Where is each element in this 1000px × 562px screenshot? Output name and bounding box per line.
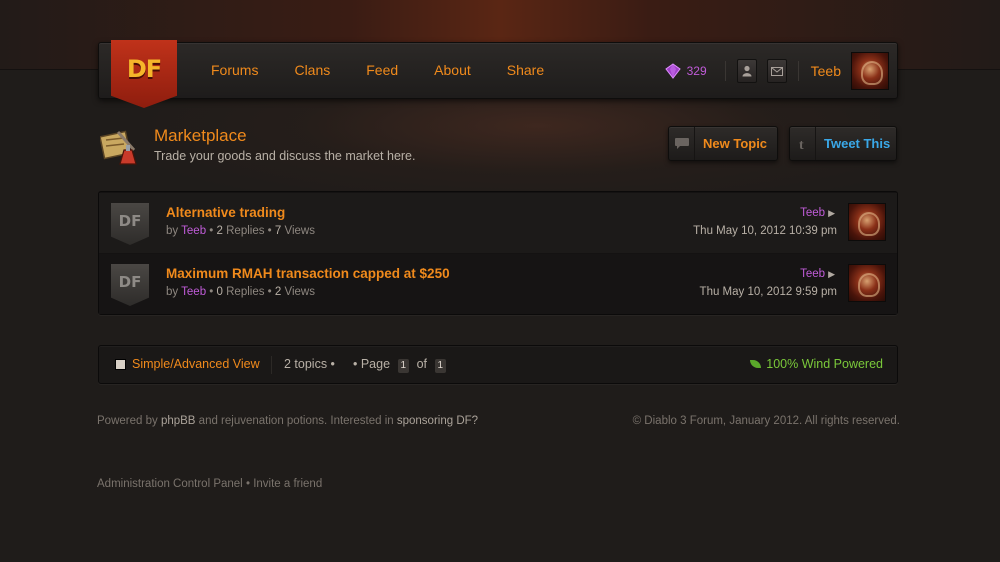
current-page-number[interactable]: 1: [397, 359, 410, 373]
topic-by-label: by: [166, 286, 179, 298]
simple-advanced-view-link[interactable]: Simple/Advanced View: [132, 357, 260, 371]
twitter-icon: t: [790, 127, 816, 160]
last-poster: Teeb ▶: [800, 268, 835, 280]
username-link[interactable]: Teeb: [811, 63, 841, 79]
nav-link-about[interactable]: About: [434, 62, 471, 78]
topic-row: DF Maximum RMAH transaction capped at $2…: [99, 254, 897, 314]
phpbb-link[interactable]: phpBB: [161, 415, 196, 427]
forum-description: Trade your goods and discuss the market …: [154, 149, 416, 163]
topic-status-icon: DF: [111, 203, 149, 245]
logo-text: DF: [126, 55, 162, 83]
topic-meta: by Teeb • 0 Replies • 2 Views: [166, 286, 315, 298]
user-avatar[interactable]: [851, 52, 889, 90]
topic-title-link[interactable]: Maximum RMAH transaction capped at $250: [166, 266, 450, 281]
user-icon: [742, 65, 752, 77]
topic-replies-label: Replies: [226, 225, 265, 237]
view-toggle-icon: [115, 359, 126, 370]
admin-control-panel-link[interactable]: Administration Control Panel: [97, 478, 243, 490]
topic-meta: by Teeb • 2 Replies • 7 Views: [166, 225, 315, 237]
mail-icon: [770, 66, 783, 76]
footer-links: Administration Control Panel • Invite a …: [97, 478, 322, 490]
topic-replies-count: 2: [216, 225, 223, 237]
page-of-label: of: [416, 357, 428, 371]
topic-by-label: by: [166, 225, 179, 237]
nav-divider: [724, 61, 726, 81]
topic-badge-text: DF: [118, 273, 142, 291]
footer-bullet: •: [245, 478, 250, 490]
topic-badge-text: DF: [118, 212, 142, 230]
marketplace-scales-icon: [100, 130, 137, 165]
topic-replies-count: 0: [216, 286, 223, 298]
last-post-date: Thu May 10, 2012 9:59 pm: [699, 286, 837, 298]
gem-count[interactable]: 329: [687, 64, 707, 78]
invite-friend-link[interactable]: Invite a friend: [253, 478, 322, 490]
last-poster-link[interactable]: Teeb: [800, 207, 825, 219]
nav-link-clans[interactable]: Clans: [294, 62, 330, 78]
pagination-bar: Simple/Advanced View 2 topics • • Page 1…: [98, 345, 898, 384]
topic-views-label: Views: [284, 286, 315, 298]
topic-views-count: 7: [274, 225, 282, 237]
last-poster-link[interactable]: Teeb: [800, 268, 825, 280]
nav-divider: [797, 61, 799, 81]
last-poster: Teeb ▶: [800, 207, 835, 219]
messages-button[interactable]: [766, 59, 787, 83]
sponsor-link[interactable]: sponsoring DF?: [397, 415, 478, 427]
speech-bubble-icon: [669, 127, 695, 160]
leaf-icon: [750, 360, 762, 368]
tweet-this-label: Tweet This: [824, 136, 891, 151]
forum-title[interactable]: Marketplace: [154, 126, 247, 146]
nav-link-forums[interactable]: Forums: [211, 62, 258, 78]
last-poster-avatar[interactable]: [848, 264, 886, 302]
svg-text:t: t: [799, 138, 804, 151]
new-topic-label: New Topic: [703, 136, 768, 151]
nav-link-share[interactable]: Share: [507, 62, 544, 78]
topic-author-link[interactable]: Teeb: [181, 225, 206, 237]
footer-credits: Powered by phpBB and rejuvenation potion…: [97, 415, 478, 427]
main-navbar: DF Forums Clans Feed About Share 329 Tee…: [98, 40, 898, 108]
page-indicator: • Page 1 of 1: [353, 357, 450, 373]
topic-views-label: Views: [284, 225, 315, 237]
footer-copyright: © Diablo 3 Forum, January 2012. All righ…: [632, 415, 900, 427]
topic-row: DF Alternative trading by Teeb • 2 Repli…: [99, 193, 897, 253]
topic-count: 2 topics •: [284, 357, 335, 371]
last-post-date: Thu May 10, 2012 10:39 pm: [693, 225, 837, 237]
wind-powered-label: 100% Wind Powered: [766, 357, 883, 371]
goto-last-post-icon[interactable]: ▶: [828, 269, 835, 279]
goto-last-post-icon[interactable]: ▶: [828, 208, 835, 218]
user-area: 329 Teeb: [664, 52, 889, 90]
site-logo[interactable]: DF: [111, 40, 177, 108]
topic-list: DF Alternative trading by Teeb • 2 Repli…: [98, 191, 898, 315]
gem-icon: [664, 63, 681, 79]
topic-replies-label: Replies: [226, 286, 265, 298]
last-poster-avatar[interactable]: [848, 203, 886, 241]
footer-powered-middle: and rejuvenation potions. Interested in: [198, 415, 394, 427]
footer-powered-prefix: Powered by: [97, 415, 158, 427]
topic-status-icon: DF: [111, 264, 149, 306]
tweet-this-button[interactable]: t Tweet This: [789, 126, 897, 161]
topic-author-link[interactable]: Teeb: [181, 286, 206, 298]
profile-button[interactable]: [736, 59, 757, 83]
page-prefix: • Page: [353, 357, 391, 371]
wind-powered-badge: 100% Wind Powered: [750, 357, 883, 371]
nav-links: Forums Clans Feed About Share: [211, 62, 544, 78]
total-pages-number[interactable]: 1: [434, 359, 447, 373]
topic-views-count: 2: [274, 286, 282, 298]
pagebar-divider: [271, 356, 272, 374]
new-topic-button[interactable]: New Topic: [668, 126, 778, 161]
topic-title-link[interactable]: Alternative trading: [166, 205, 285, 220]
nav-link-feed[interactable]: Feed: [366, 62, 398, 78]
